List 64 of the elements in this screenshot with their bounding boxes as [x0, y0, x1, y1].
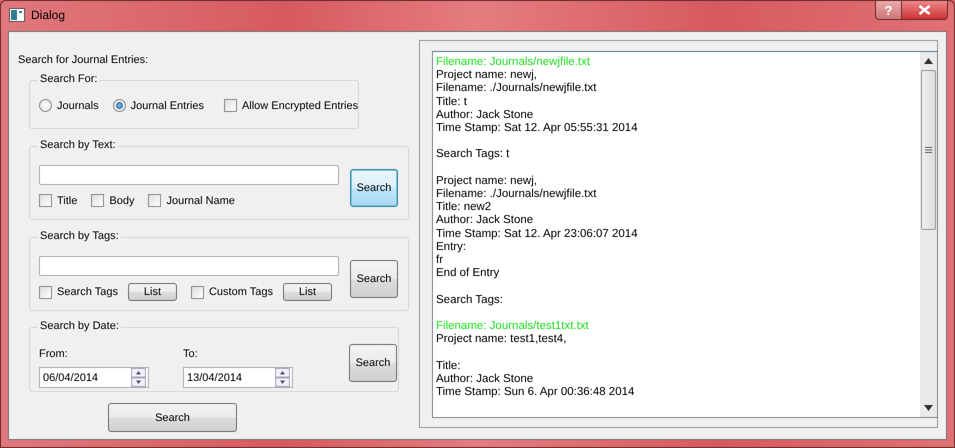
date-field[interactable]: 06/04/2014 — [39, 367, 149, 388]
field-label: From: — [39, 348, 69, 360]
text-field[interactable] — [39, 165, 339, 185]
scrollbar[interactable] — [920, 52, 937, 417]
checkbox[interactable] — [39, 286, 52, 298]
checkbox[interactable] — [39, 194, 52, 207]
search-button[interactable]: Search — [349, 344, 397, 382]
filename-line: Filename: Journals/test1txt.txt — [436, 320, 590, 334]
log-line: End of Entry — [436, 267, 500, 280]
log-line: Project name: test1,test4, — [436, 333, 568, 346]
log-line: Title: t — [436, 96, 468, 109]
app-icon — [9, 8, 25, 22]
log-line: fr — [436, 254, 444, 268]
spin-arrows-icon — [274, 368, 291, 387]
search-button[interactable]: Search — [350, 169, 398, 207]
log-line: Time Stamp: Sat 12. Apr 23:06:07 2014 — [436, 228, 639, 241]
log-line: Entry: — [436, 240, 468, 254]
log-line: Title: new2 — [436, 201, 492, 214]
radio-label: Journals — [57, 100, 99, 112]
group-title: Search For: — [38, 73, 100, 85]
log-line: Author: Jack Stone — [436, 372, 534, 386]
log-line: Author: Jack Stone — [436, 108, 534, 122]
log-line: Time Stamp: Sat 12. Apr 05:55:31 2014 — [436, 122, 639, 136]
grip-icon — [925, 147, 932, 153]
field-label: To: — [183, 348, 199, 360]
section-heading: Search for Journal Entries: — [18, 54, 150, 66]
up-arrow-icon — [924, 58, 933, 64]
log-line: Filename: ./Journals/newjfile.txt — [436, 82, 598, 96]
text-field[interactable] — [39, 256, 339, 276]
checkbox[interactable] — [148, 194, 162, 207]
spin-arrows-icon — [130, 368, 147, 387]
checkbox-label: Journal Name — [166, 194, 235, 206]
group-title: Search by Text: — [38, 139, 118, 151]
checkbox[interactable] — [224, 99, 237, 112]
log-line: Project name: newj, — [436, 69, 538, 82]
checkbox-label: Search Tags — [57, 286, 118, 298]
list-button[interactable]: List — [282, 283, 332, 301]
log-line: Author: Jack Stone — [436, 214, 534, 228]
close-button[interactable] — [902, 1, 948, 20]
search-button[interactable]: Search — [108, 403, 237, 432]
radio-label: Journal Entries — [130, 100, 204, 112]
close-icon — [918, 5, 931, 15]
log-line: Time Stamp: Sun 6. Apr 00:36:48 2014 — [436, 386, 636, 400]
filename-line: Filename: Journals/newjfile.txt — [436, 56, 592, 70]
log-line: Search Tags: — [436, 294, 504, 307]
radio-button[interactable] — [112, 99, 126, 112]
radio-button[interactable] — [39, 99, 52, 112]
log-line: Filename: ./Journals/newjfile.txt — [436, 188, 598, 202]
checkbox-label: Allow Encrypted Entries — [242, 100, 358, 112]
checkbox-label: Body — [109, 194, 134, 206]
list-button[interactable]: List — [128, 283, 177, 301]
checkbox[interactable] — [91, 194, 104, 207]
log-line: Search Tags: t — [436, 148, 510, 162]
checkbox[interactable] — [190, 286, 204, 298]
checkbox-label: Title — [57, 194, 78, 206]
search-button[interactable]: Search — [350, 260, 398, 298]
down-arrow-icon — [924, 405, 933, 411]
log-line: Project name: newj, — [436, 174, 538, 188]
group-title: Search by Tags: — [38, 230, 121, 242]
window-title: Dialog — [31, 8, 66, 22]
date-field[interactable]: 13/04/2014 — [183, 367, 293, 388]
log-line: Title: — [436, 360, 462, 373]
checkbox-label: Custom Tags — [208, 286, 273, 298]
group-title: Search by Date: — [38, 320, 121, 332]
